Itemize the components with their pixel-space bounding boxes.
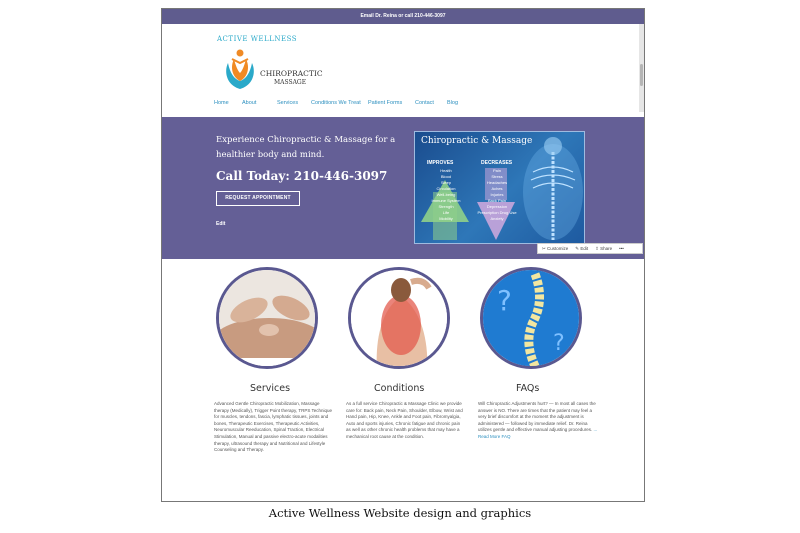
feature-services: Services Advanced Gentle Chiropractic Mo…: [214, 267, 334, 454]
conditions-description: As a full service Chiropractic & Massage…: [346, 401, 463, 439]
nav-contact[interactable]: Contact: [415, 100, 447, 106]
share-label: Share: [600, 245, 613, 251]
nav-services[interactable]: Services: [277, 100, 311, 106]
customize-button[interactable]: ✂ Customize: [542, 246, 568, 252]
back-pain-image: [351, 270, 447, 366]
main-nav: Home About Services Conditions We Treat …: [214, 100, 467, 106]
logo-brand-massage: MASSAGE: [274, 79, 307, 86]
decreases-list: Pain Stress Headaches Aches Injuries Bac…: [475, 168, 519, 222]
scrollbar-thumb[interactable]: [640, 64, 643, 86]
chiropractic-massage-graphic: Chiropractic & Massage IMPROVES Health B…: [414, 131, 585, 244]
back-pain-photo: [348, 267, 450, 369]
svg-text:?: ?: [553, 331, 565, 356]
services-description: Advanced Gentle Chiropractic Mobilizatio…: [214, 401, 333, 453]
nav-conditions[interactable]: Conditions We Treat: [311, 100, 368, 106]
conditions-title: Conditions: [374, 383, 425, 394]
nav-patient-forms[interactable]: Patient Forms: [368, 100, 415, 106]
share-button[interactable]: ⇪ Share: [595, 246, 612, 252]
site-logo[interactable]: ACTIVE WELLNESS CHIROPRACTIC MASSAGE: [212, 31, 332, 103]
image-toolbar: ✂ Customize ✎ Edit ⇪ Share •••: [537, 243, 643, 254]
edit-button[interactable]: ✎ Edit: [575, 246, 588, 252]
decreases-heading: DECREASES: [481, 160, 513, 166]
edit-label: Edit: [580, 245, 589, 251]
faqs-body: Will Chiropractic Adjustments hurt? — In…: [478, 401, 596, 433]
feature-faqs: ? ? FAQs Will Chiropractic Adjustments h…: [478, 267, 598, 441]
hero-banner: Experience Chiropractic & Massage for a …: [162, 117, 644, 259]
massage-photo: [216, 267, 318, 369]
website-screenshot: Email Dr. Reina or call 210-446-3097 ACT…: [161, 8, 645, 502]
page-scrollbar[interactable]: [639, 24, 644, 112]
faqs-description: Will Chiropractic Adjustments hurt? — In…: [478, 401, 598, 441]
services-title: Services: [250, 383, 291, 394]
customize-label: Customize: [547, 245, 569, 251]
graphic-title: Chiropractic & Massage: [421, 136, 533, 146]
edit-link[interactable]: Edit: [216, 221, 225, 227]
top-contact-bar[interactable]: Email Dr. Reina or call 210-446-3097: [162, 9, 644, 24]
logo-brand-chiropractic: CHIROPRACTIC: [260, 69, 323, 78]
nav-blog[interactable]: Blog: [447, 100, 467, 106]
faqs-title: FAQs: [516, 383, 540, 394]
improves-item: Mobility: [439, 216, 453, 221]
nav-home[interactable]: Home: [214, 100, 242, 106]
nav-about[interactable]: About: [242, 100, 277, 106]
spine-photo: ? ?: [480, 267, 582, 369]
spine-question-image: ? ?: [483, 270, 579, 366]
logo-brand-top: ACTIVE WELLNESS: [217, 35, 298, 43]
lotus-person-icon: [226, 49, 254, 89]
svg-text:?: ?: [497, 284, 512, 317]
massage-image: [219, 270, 315, 366]
feature-conditions: Conditions As a full service Chiropracti…: [346, 267, 466, 441]
request-appointment-button[interactable]: REQUEST APPOINTMENT: [216, 191, 300, 206]
improves-list: Health Blood Sleep Circulation Well-bein…: [423, 168, 469, 222]
image-caption: Active Wellness Website design and graph…: [268, 506, 532, 520]
hero-tagline: Experience Chiropractic & Massage for a …: [216, 135, 396, 160]
more-options-button[interactable]: •••: [619, 246, 624, 251]
hero-call-today: Call Today: 210-446-3097: [216, 169, 388, 183]
improves-heading: IMPROVES: [427, 160, 454, 166]
decreases-item: Anxiety: [490, 216, 504, 221]
